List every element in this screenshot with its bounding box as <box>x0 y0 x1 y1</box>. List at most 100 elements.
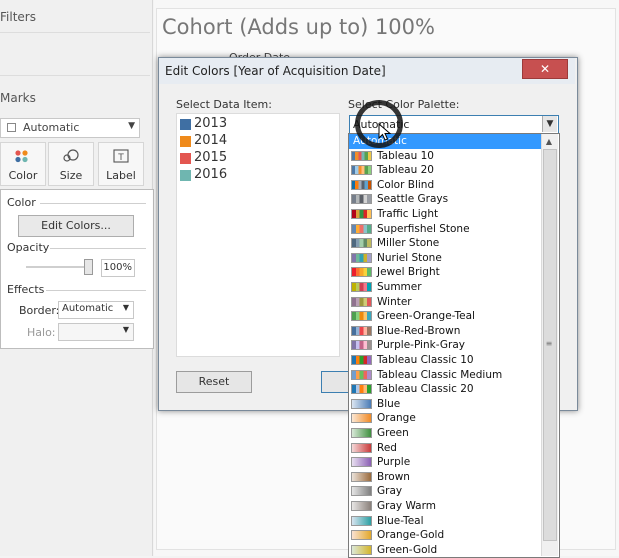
palette-swatch <box>351 238 372 249</box>
chevron-down-icon: ▼ <box>122 303 129 312</box>
palette-option-label: Blue <box>377 397 401 410</box>
palette-option[interactable]: Green-Orange-Teal <box>349 309 541 324</box>
palette-option[interactable]: Purple-Pink-Gray <box>349 338 541 353</box>
marks-title: Marks <box>0 91 36 105</box>
palette-swatch <box>351 428 372 438</box>
palette-option-label: Blue-Red-Brown <box>377 324 461 337</box>
palette-option[interactable]: Brown <box>349 470 541 485</box>
palette-option[interactable]: Orange-Gold <box>349 528 541 543</box>
scroll-up-icon[interactable]: ▲ <box>542 135 556 149</box>
border-value: Automatic <box>62 303 114 314</box>
color-mark-button[interactable]: Color <box>0 142 46 186</box>
palette-option[interactable]: Seattle Grays <box>349 192 541 207</box>
filters-title: Filters <box>0 10 36 24</box>
palette-option[interactable]: Tableau Classic Medium <box>349 368 541 383</box>
palette-option-label: Green-Gold <box>377 543 438 556</box>
palette-option[interactable]: Green <box>349 426 541 441</box>
palette-swatch <box>351 384 372 395</box>
color-mark-label: Color <box>8 169 38 182</box>
palette-option[interactable]: Tableau 10 <box>349 149 541 164</box>
palette-option-label: Brown <box>377 470 410 483</box>
border-label: Border: <box>19 304 60 317</box>
effects-label: Effects <box>7 283 45 296</box>
label-mark-button[interactable]: T Label <box>98 142 144 186</box>
chevron-down-icon: ▼ <box>128 121 135 131</box>
palette-option-label: Jewel Bright <box>377 266 440 279</box>
opacity-label: Opacity <box>7 241 50 254</box>
data-item-label: 2014 <box>194 133 228 148</box>
chevron-down-icon: ▼ <box>122 325 129 334</box>
reset-button[interactable]: Reset <box>176 371 252 393</box>
worksheet-title: Cohort (Adds up to) 100% <box>162 15 435 39</box>
palette-swatch <box>351 267 372 278</box>
palette-option-label: Superfishel Stone <box>377 222 470 235</box>
opacity-slider-track[interactable] <box>26 266 90 268</box>
palette-swatch <box>351 355 372 365</box>
palette-swatch <box>351 311 372 322</box>
palette-option-label: Green-Orange-Teal <box>377 310 475 323</box>
palette-option[interactable]: Blue <box>349 397 541 412</box>
chevron-down-icon[interactable]: ▼ <box>542 116 557 132</box>
palette-option-label: Purple-Pink-Gray <box>377 339 465 352</box>
mark-type-select[interactable]: Automatic ▼ <box>0 118 140 138</box>
size-mark-button[interactable]: Size <box>48 142 94 186</box>
palette-swatch <box>351 398 372 409</box>
palette-option-label: Tableau 20 <box>377 164 434 177</box>
filters-shelf[interactable] <box>0 32 150 76</box>
palette-option[interactable]: Tableau Classic 10 <box>349 353 541 368</box>
label-mark-label: Label <box>106 169 136 182</box>
close-button[interactable]: ✕ <box>522 59 568 79</box>
palette-swatch <box>351 369 372 380</box>
palette-option[interactable]: Orange <box>349 411 541 426</box>
palette-option[interactable]: Blue-Teal <box>349 514 541 529</box>
palette-option[interactable]: Gray Warm <box>349 499 541 514</box>
palette-swatch <box>351 223 372 234</box>
palette-option[interactable]: Color Blind <box>349 178 541 193</box>
halo-select[interactable]: ▼ <box>58 323 134 341</box>
palette-option-label: Purple <box>377 456 411 469</box>
palette-option-label: Gray Warm <box>377 500 436 512</box>
palette-option[interactable]: Nuriel Stone <box>349 251 541 266</box>
palette-option[interactable]: Red <box>349 441 541 456</box>
size-icon <box>63 149 79 162</box>
palette-option[interactable]: Superfishel Stone <box>349 222 541 237</box>
palette-option[interactable]: Gray <box>349 484 541 499</box>
palette-swatch <box>351 165 372 176</box>
data-item-label: 2015 <box>194 150 228 165</box>
palette-swatch <box>351 413 372 424</box>
palette-options: Automatic Tableau 10 Tableau 20 Color Blind… <box>349 134 541 556</box>
palette-option-label: Blue-Teal <box>377 514 424 527</box>
color-swatch <box>180 136 191 147</box>
palette-option[interactable]: Purple <box>349 455 541 470</box>
palette-option-label: Nuriel Stone <box>377 251 442 264</box>
border-select[interactable]: Automatic ▼ <box>58 301 134 319</box>
palette-option-label: Green <box>377 427 409 439</box>
divider <box>40 203 146 204</box>
palette-option[interactable]: Summer <box>349 280 541 295</box>
divider <box>50 248 146 249</box>
palette-option[interactable]: Green-Gold <box>349 543 541 556</box>
palette-option[interactable]: Blue-Red-Brown <box>349 324 541 339</box>
opacity-slider-thumb[interactable] <box>84 259 93 275</box>
palette-option[interactable]: Miller Stone <box>349 236 541 251</box>
palette-option[interactable]: Tableau 20 <box>349 163 541 178</box>
opacity-value-input[interactable]: 100% <box>101 259 135 277</box>
palette-option[interactable]: Traffic Light <box>349 207 541 222</box>
palette-swatch <box>351 544 372 555</box>
palette-swatch <box>351 325 372 336</box>
palette-swatch <box>351 282 372 292</box>
edit-colors-button[interactable]: Edit Colors... <box>18 215 134 237</box>
palette-option-label: Seattle Grays <box>377 193 449 206</box>
palette-option-label: Orange-Gold <box>377 529 445 542</box>
divider <box>46 290 146 291</box>
palette-option[interactable]: Winter <box>349 295 541 310</box>
mark-type-icon <box>7 123 16 132</box>
palette-option[interactable]: Jewel Bright <box>349 265 541 280</box>
palette-option[interactable]: Tableau Classic 20 <box>349 382 541 397</box>
color-swatch <box>180 153 191 164</box>
color-dots-icon <box>15 150 28 163</box>
palette-swatch <box>351 457 372 468</box>
select-data-item-label: Select Data Item: <box>176 98 272 111</box>
palette-option-label: Tableau 10 <box>377 149 434 162</box>
palette-option-label: Traffic Light <box>377 208 439 220</box>
